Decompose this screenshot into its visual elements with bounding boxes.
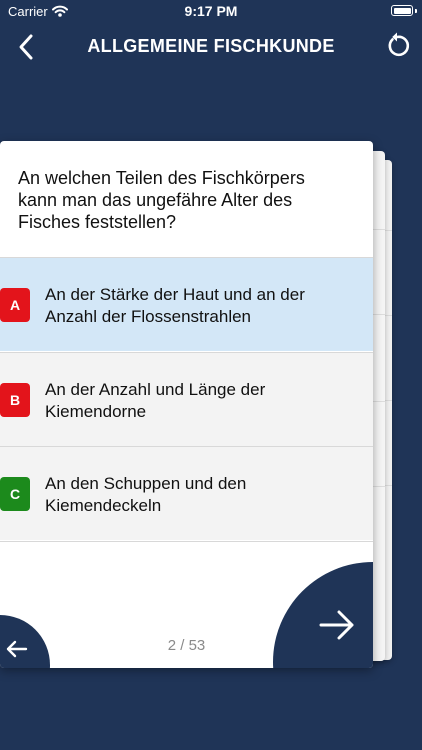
reset-icon bbox=[388, 32, 410, 57]
reset-button[interactable] bbox=[382, 31, 412, 61]
question-text: An welchen Teilen des Fischkörpers kann … bbox=[18, 168, 305, 232]
answer-text-c: An den Schuppen und den Kiemendeckeln bbox=[45, 474, 247, 515]
answer-option-c[interactable]: C An den Schuppen und den Kiemendeckeln bbox=[0, 446, 373, 540]
answer-text-a: An der Stärke der Haut und an der Anzahl… bbox=[45, 285, 305, 326]
arrow-left-icon bbox=[6, 640, 28, 658]
battery-tip bbox=[415, 9, 417, 13]
answer-badge-b: B bbox=[0, 383, 30, 417]
answer-badge-c: C bbox=[0, 477, 30, 511]
answer-text-b: An der Anzahl und Länge der Kiemendorne bbox=[45, 380, 266, 421]
clock: 9:17 PM bbox=[184, 3, 238, 19]
question-card: An welchen Teilen des Fischkörpers kann … bbox=[0, 141, 373, 668]
status-bar: Carrier 9:17 PM bbox=[0, 0, 422, 24]
answer-option-a[interactable]: A An der Stärke der Haut und an der Anza… bbox=[0, 257, 373, 351]
previous-button[interactable] bbox=[0, 615, 50, 668]
answer-badge-a: A bbox=[0, 288, 30, 322]
answer-option-b[interactable]: B An der Anzahl und Länge der Kiemendorn… bbox=[0, 352, 373, 446]
next-button[interactable] bbox=[273, 562, 373, 668]
battery-icon bbox=[391, 5, 413, 16]
page-title: ALLGEMEINE FISCHKUNDE bbox=[87, 36, 335, 56]
nav-bar: ALLGEMEINE FISCHKUNDE bbox=[0, 24, 422, 70]
arrow-right-icon bbox=[319, 610, 354, 640]
divider bbox=[0, 541, 373, 542]
